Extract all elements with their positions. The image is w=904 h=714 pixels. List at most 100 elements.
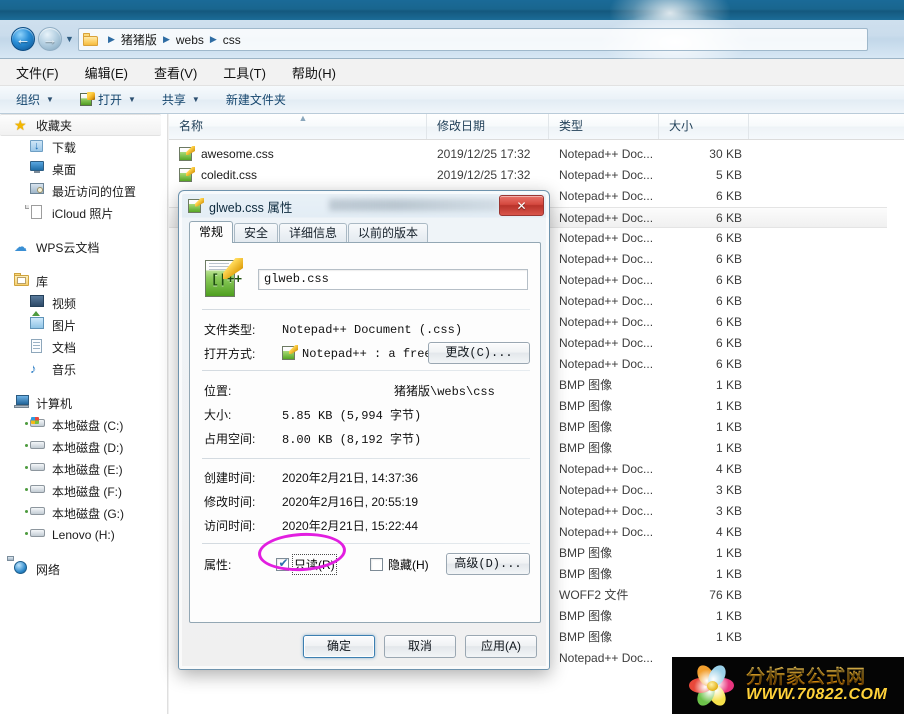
sidebar-item-18[interactable]: 网络 [0, 556, 167, 580]
breadcrumb-item-1[interactable]: webs [176, 33, 204, 47]
file-size-cell: 1 KB [715, 420, 742, 434]
divider [202, 309, 530, 310]
sidebar-item-8[interactable]: 图片 [0, 311, 167, 336]
created-label: 创建时间: [204, 471, 256, 485]
sidebar-item-13[interactable]: 本地磁盘 (D:) [0, 436, 167, 458]
sidebar-item-0[interactable]: ★ 收藏夹 [0, 114, 161, 136]
ok-button[interactable]: 确定 [303, 635, 375, 658]
toolbar-open-label: 打开 [97, 93, 122, 107]
file-type-cell: BMP 图像 [559, 546, 613, 560]
readonly-checkbox[interactable]: 只读(R) [276, 553, 337, 575]
menu-tools[interactable]: 工具(T) [221, 61, 268, 84]
sidebar-item-label: Lenovo (H:) [52, 528, 115, 542]
dialog-title: glweb.css 属性 [209, 200, 293, 215]
tab-previous-versions[interactable]: 以前的版本 [348, 223, 429, 243]
table-row[interactable]: coledit.css 2019/12/25 17:32 Notepad++ Doc… [169, 165, 904, 186]
forward-arrow-icon[interactable]: → [38, 27, 62, 51]
sidebar-item-9[interactable]: 文档 [0, 336, 167, 358]
sidebar-item-label: 计算机 [36, 396, 73, 411]
opens-with-value: Notepad++ : a free [302, 346, 432, 361]
file-type-cell: Notepad++ Doc... [559, 483, 654, 497]
filename-field[interactable]: glweb.css [258, 268, 528, 290]
breadcrumb-item-2[interactable]: css [223, 33, 241, 47]
back-arrow-icon[interactable]: ← [11, 27, 35, 51]
sidebar-item-label: 文档 [52, 340, 77, 355]
file-size-cell: 76 KB [709, 588, 742, 602]
picture-icon [30, 311, 47, 333]
toolbar-organize[interactable]: 组织 ▼ [16, 91, 54, 108]
menu-help[interactable]: 帮助(H) [290, 61, 338, 84]
file-type-cell: Notepad++ Doc... [559, 294, 654, 308]
navigation-pane[interactable]: ★ 收藏夹 ↓ 下载桌面最近访问的位置 iCloud 照片 ☁ WPS云文档库视频 图片文档 ♪… [0, 114, 168, 714]
sidebar-item-5[interactable]: ☁ WPS云文档 [0, 236, 167, 258]
menu-view[interactable]: 查看(V) [152, 61, 199, 84]
menu-file[interactable]: 文件(F) [14, 61, 61, 84]
sidebar-item-11[interactable]: 计算机 [0, 392, 167, 414]
toolbar-new-folder[interactable]: 新建文件夹 [226, 91, 286, 108]
flower-center [707, 681, 718, 691]
file-name-cell: coledit.css [179, 165, 257, 186]
hidden-label[interactable]: 隐藏(H) [388, 556, 429, 573]
file-type-cell: BMP 图像 [559, 441, 613, 455]
sidebar-item-10[interactable]: ♪ 音乐 [0, 358, 167, 380]
created-row: 创建时间: 2020年2月21日, 14:37:36 [204, 467, 530, 488]
column-size[interactable]: 大小 [659, 114, 749, 139]
file-name-label: awesome.css [201, 147, 274, 161]
file-type-cell: Notepad++ Doc... [559, 273, 654, 287]
sidebar-item-14[interactable]: 本地磁盘 (E:) [0, 458, 167, 480]
cancel-button[interactable]: 取消 [384, 635, 456, 658]
blurred-region [329, 199, 499, 211]
toolbar-share[interactable]: 共享 ▼ [162, 91, 200, 108]
checkbox-box[interactable] [370, 557, 383, 571]
chevron-down-icon[interactable]: ▼ [65, 35, 74, 44]
sidebar-item-17[interactable]: Lenovo (H:) [0, 524, 167, 546]
file-size-cell: 1 KB [715, 399, 742, 413]
sidebar-item-6[interactable]: 库 [0, 270, 167, 292]
tab-security[interactable]: 安全 [234, 223, 279, 243]
change-button[interactable]: 更改(C)... [428, 342, 530, 364]
breadcrumb[interactable]: ▶ 猪猪版 ▶ webs ▶ css [78, 28, 868, 51]
sidebar-item-2[interactable]: 桌面 [0, 158, 167, 180]
breadcrumb-item-0[interactable]: 猪猪版 [121, 31, 157, 48]
advanced-button[interactable]: 高级(D)... [446, 553, 530, 575]
drive-icon [25, 439, 47, 455]
close-icon[interactable]: ✕ [499, 195, 544, 216]
attributes-label: 属性: [204, 557, 232, 572]
text-document-icon [30, 339, 47, 355]
drive-icon [25, 461, 47, 477]
sidebar-item-1[interactable]: ↓ 下载 [0, 136, 167, 158]
tab-details[interactable]: 详细信息 [279, 223, 348, 243]
column-type[interactable]: 类型 [549, 114, 659, 139]
sidebar-item-3[interactable]: 最近访问的位置 [0, 180, 167, 202]
file-size-cell: 3 KB [715, 504, 742, 518]
file-size-cell: 6 KB [715, 315, 742, 329]
sidebar-item-4[interactable]: iCloud 照片 [0, 202, 167, 224]
file-size-cell: 1 KB [715, 441, 742, 455]
sidebar-item-label: 网络 [36, 562, 61, 577]
file-size-cell: 1 KB [715, 567, 742, 581]
sidebar-item-label: 桌面 [52, 162, 77, 177]
file-size-cell: 6 KB [715, 336, 742, 350]
address-bar-container: ← → ▼ ▶ 猪猪版 ▶ webs ▶ css [0, 12, 904, 72]
column-date-modified[interactable]: 修改日期 [427, 114, 549, 139]
apply-button[interactable]: 应用(A) [465, 635, 537, 658]
checkbox-box[interactable] [276, 556, 290, 571]
readonly-label[interactable]: 只读(R) [292, 553, 337, 575]
nav-group-spacer [0, 546, 167, 558]
notepad-plus-file-icon [282, 345, 298, 361]
file-type-cell: Notepad++ Doc... [559, 168, 654, 182]
sidebar-item-16[interactable]: 本地磁盘 (G:) [0, 502, 167, 524]
menu-bar: 文件(F) 编辑(E) 查看(V) 工具(T) 帮助(H) [0, 59, 904, 86]
divider [202, 370, 530, 371]
sidebar-item-15[interactable]: 本地磁盘 (F:) [0, 480, 167, 502]
sidebar-item-7[interactable]: 视频 [0, 292, 167, 314]
hidden-checkbox[interactable]: 隐藏(H) [370, 556, 429, 573]
sidebar-item-12[interactable]: 本地磁盘 (C:) [0, 414, 167, 436]
menu-edit[interactable]: 编辑(E) [83, 61, 130, 84]
toolbar-open[interactable]: 打开 ▼ [79, 91, 136, 108]
table-row[interactable]: awesome.css 2019/12/25 17:32 Notepad++ Doc… [169, 144, 904, 165]
tab-general[interactable]: 常规 [189, 221, 234, 243]
file-size-cell: 4 KB [715, 525, 742, 539]
chevron-down-icon: ▼ [127, 95, 136, 104]
dialog-tabstrip[interactable]: 常规 安全 详细信息 以前的版本 [189, 221, 541, 243]
